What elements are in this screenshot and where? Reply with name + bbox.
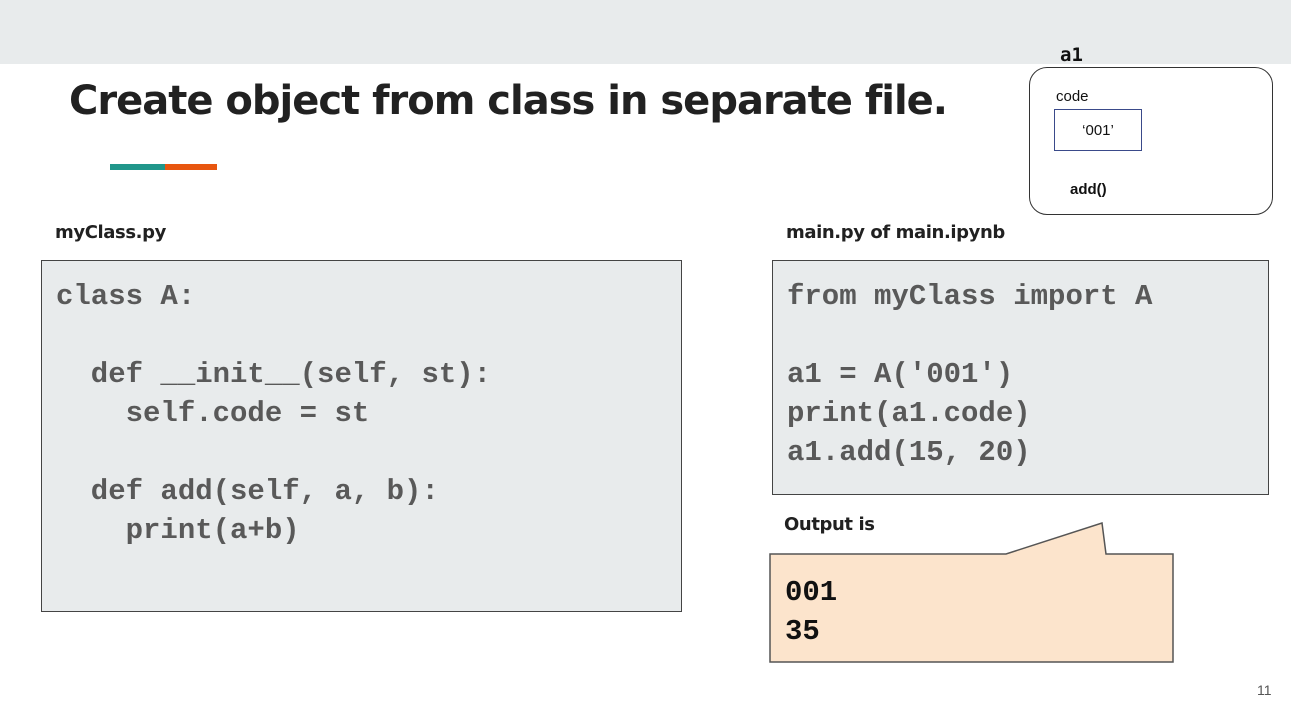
output-panel: 001 35 [769,573,1190,651]
main-code: a1 = A('001') print(a1.code) a1.add(15, … [787,358,1031,469]
attribute-value: ‘001’ [1082,121,1114,139]
top-banner [0,0,1291,64]
import-statement: from myClass import A [787,280,1153,313]
myclass-code-panel: class A: def __init__(self, st): self.co… [41,260,682,612]
method-label: add() [1070,181,1107,198]
page-number: 11 [1257,682,1272,698]
main-code-panel: from myClass import A a1 = A('001') prin… [772,260,1269,495]
slide-title: Create object from class in separate fil… [69,78,948,124]
title-accent-teal [110,164,165,170]
attribute-label: code [1056,88,1089,105]
object-name: a1 [1060,44,1083,66]
output-text: 001 35 [785,576,838,648]
attribute-value-box: ‘001’ [1054,109,1142,151]
title-accent-orange [165,164,217,170]
myclass-code: class A: def __init__(self, st): self.co… [56,280,492,547]
right-file-label: main.py of main.ipynb [786,222,1005,243]
object-diagram: code ‘001’ add() [1029,67,1273,215]
left-file-label: myClass.py [55,222,166,243]
